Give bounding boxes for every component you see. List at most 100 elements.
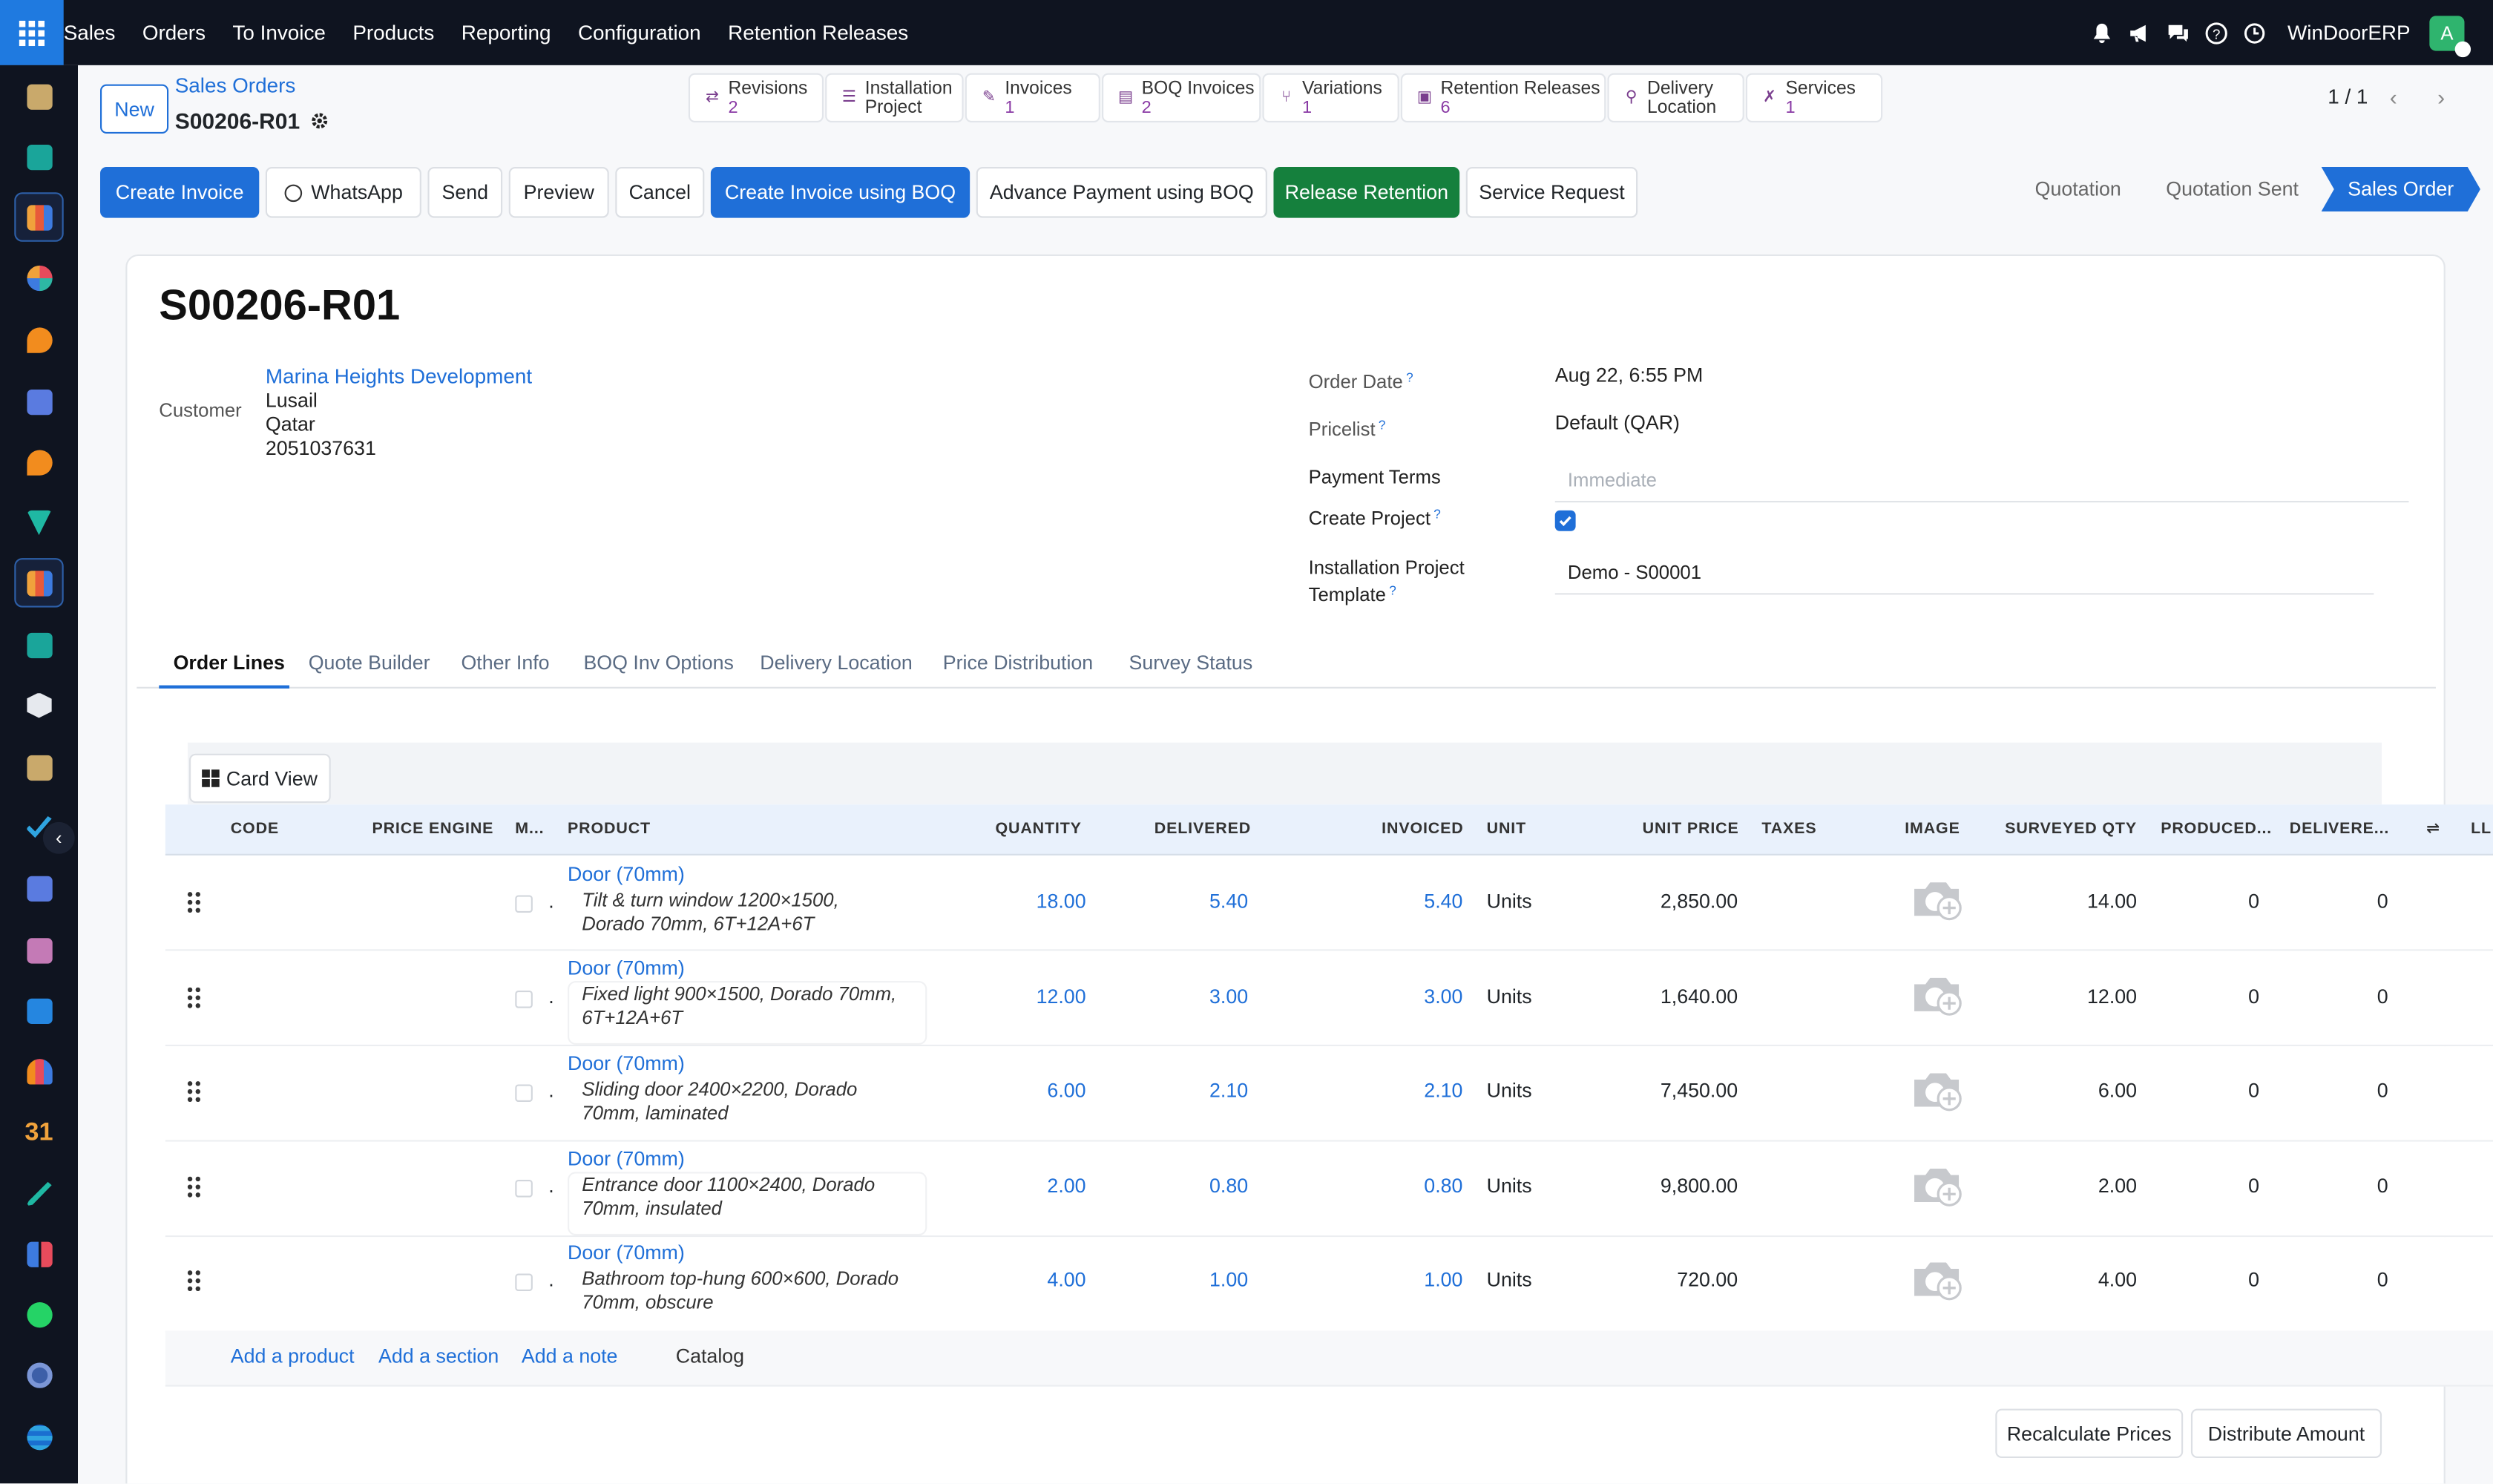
price-value[interactable]: 7,450.00 [1611, 1080, 1738, 1102]
camera-add-icon[interactable] [1910, 971, 1967, 1019]
price-value[interactable]: 1,640.00 [1611, 986, 1738, 1008]
megaphone-icon[interactable] [2129, 22, 2151, 44]
product-link[interactable]: Door (70mm) [568, 864, 685, 886]
sidebar-app-15[interactable] [14, 925, 63, 974]
distribute-amount-button[interactable]: Distribute Amount [2190, 1408, 2382, 1459]
price-value[interactable]: 2,850.00 [1611, 890, 1738, 913]
help-tooltip-icon[interactable]: ? [1379, 418, 1386, 433]
sidebar-app-1[interactable] [14, 71, 63, 120]
delivered-value[interactable]: 1.00 [1121, 1269, 1248, 1291]
sidebar-app-7[interactable] [14, 437, 63, 486]
delivered-value[interactable]: 5.40 [1121, 890, 1248, 913]
col-ll[interactable]: LL [2471, 821, 2492, 838]
col-produced[interactable]: PRODUCED... [2161, 821, 2272, 838]
chat-icon[interactable] [2167, 22, 2189, 44]
payment-terms-input[interactable]: Immediate [1568, 469, 1657, 491]
qty-value[interactable]: 18.00 [959, 890, 1086, 913]
unit-value[interactable]: Units [1487, 890, 1532, 913]
advance-payment-boq-button[interactable]: Advance Payment using BOQ [976, 167, 1267, 218]
row-checkbox[interactable] [515, 1084, 533, 1103]
sidebar-app-17[interactable] [14, 1046, 63, 1095]
line-description[interactable]: Tilt & turn window 1200×1500, Dorado 70mm… [569, 888, 926, 950]
pager-value[interactable]: 1 / 1 [2328, 85, 2368, 108]
recalculate-prices-button[interactable]: Recalculate Prices [1995, 1408, 2184, 1459]
product-link[interactable]: Door (70mm) [568, 1148, 685, 1170]
sidebar-app-19[interactable] [14, 1169, 63, 1218]
drag-handle-icon[interactable] [187, 1081, 201, 1103]
col-surveyed-qty[interactable]: SURVEYED QTY [2005, 821, 2137, 838]
release-retention-button[interactable]: Release Retention [1273, 167, 1460, 218]
unit-value[interactable]: Units [1487, 1080, 1532, 1102]
help-tooltip-icon[interactable]: ? [1389, 583, 1396, 597]
sidebar-app-sales[interactable] [14, 192, 64, 242]
smart-button-delivery-location[interactable]: ⚲ Delivery Location [1607, 73, 1744, 123]
row-checkbox[interactable] [515, 1273, 533, 1292]
smart-button-revisions[interactable]: ⇄ Revisions 2 [688, 73, 824, 123]
tab-other-info[interactable]: Other Info [461, 652, 549, 674]
product-link[interactable]: Door (70mm) [568, 1242, 685, 1264]
line-description[interactable]: Entrance door 1100×2400, Dorado 70mm, ins… [569, 1173, 926, 1234]
invoiced-value[interactable]: 1.00 [1336, 1269, 1462, 1291]
preview-button[interactable]: Preview [508, 167, 609, 218]
camera-add-icon[interactable] [1910, 1256, 1967, 1304]
surveyed-value[interactable]: 6.00 [2010, 1080, 2137, 1102]
sidebar-app-20[interactable] [14, 1229, 63, 1278]
col-code[interactable]: CODE [231, 821, 279, 838]
service-request-button[interactable]: Service Request [1465, 167, 1638, 218]
unit-value[interactable]: Units [1487, 1269, 1532, 1291]
help-tooltip-icon[interactable]: ? [1433, 508, 1441, 522]
tab-delivery-location[interactable]: Delivery Location [760, 652, 912, 674]
product-link[interactable]: Door (70mm) [568, 1053, 685, 1075]
drag-handle-icon[interactable] [187, 987, 201, 1008]
surveyed-value[interactable]: 14.00 [2010, 890, 2137, 913]
row-checkbox[interactable] [515, 1180, 533, 1198]
sidebar-app-16[interactable] [14, 986, 63, 1035]
bell-icon[interactable] [2090, 22, 2112, 44]
add-note-link[interactable]: Add a note [522, 1345, 618, 1368]
pricelist-value[interactable]: Default (QAR) [1555, 412, 1680, 434]
sidebar-app-2[interactable] [14, 132, 63, 181]
customer-name-link[interactable]: Marina Heights Development [266, 364, 532, 388]
surveyed-value[interactable]: 12.00 [2010, 986, 2137, 1008]
install-template-input[interactable]: Demo - S00001 [1568, 561, 1701, 583]
delivered-value[interactable]: 2.10 [1121, 1080, 1248, 1102]
menu-configuration[interactable]: Configuration [578, 21, 701, 45]
delivered-value[interactable]: 3.00 [1121, 986, 1248, 1008]
line-description[interactable]: Bathroom top-hung 600×600, Dorado 70mm, o… [569, 1267, 926, 1328]
delivered-value[interactable]: 0.80 [1121, 1175, 1248, 1198]
invoiced-value[interactable]: 5.40 [1336, 890, 1462, 913]
whatsapp-button[interactable]: WhatsApp [265, 167, 421, 218]
breadcrumb-parent[interactable]: Sales Orders [175, 73, 296, 97]
sidebar-app-6[interactable] [14, 377, 63, 426]
tab-order-lines[interactable]: Order Lines [174, 652, 285, 674]
invoiced-value[interactable]: 3.00 [1336, 986, 1462, 1008]
row-checkbox[interactable] [515, 991, 533, 1008]
table-row[interactable]: . Door (70mm) Sliding door 2400×2200, Do… [165, 1046, 2493, 1142]
col-delivered[interactable]: DELIVERED [1154, 821, 1251, 838]
sidebar-app-11[interactable] [14, 680, 63, 729]
menu-orders[interactable]: Orders [142, 21, 206, 45]
col-invoiced[interactable]: INVOICED [1382, 821, 1463, 838]
price-value[interactable]: 720.00 [1611, 1269, 1738, 1291]
qty-value[interactable]: 2.00 [959, 1175, 1085, 1198]
tab-survey-status[interactable]: Survey Status [1129, 652, 1252, 674]
add-section-link[interactable]: Add a section [378, 1345, 499, 1368]
help-icon[interactable]: ? [2204, 22, 2227, 44]
menu-reporting[interactable]: Reporting [462, 21, 551, 45]
create-invoice-button[interactable]: Create Invoice [100, 167, 260, 218]
sidebar-app-23[interactable] [14, 1412, 63, 1461]
clock-icon[interactable] [2243, 22, 2265, 44]
add-product-link[interactable]: Add a product [231, 1345, 355, 1368]
app-menu-button[interactable] [0, 0, 64, 65]
col-image[interactable]: IMAGE [1905, 821, 1960, 838]
line-description[interactable]: Sliding door 2400×2200, Dorado 70mm, lami… [569, 1077, 926, 1139]
company-switcher[interactable]: WinDoorERP [2287, 21, 2411, 45]
tab-boq-inv-options[interactable]: BOQ Inv Options [583, 652, 733, 674]
table-row[interactable]: . Door (70mm) Entrance door 1100×2400, D… [165, 1141, 2493, 1238]
catalog-button[interactable]: Catalog [676, 1345, 744, 1368]
order-date-value[interactable]: Aug 22, 6:55 PM [1555, 364, 1704, 387]
user-avatar[interactable]: A [2429, 15, 2471, 57]
sidebar-app-8[interactable] [14, 498, 63, 547]
menu-products[interactable]: Products [352, 21, 434, 45]
qty-value[interactable]: 12.00 [959, 986, 1086, 1008]
